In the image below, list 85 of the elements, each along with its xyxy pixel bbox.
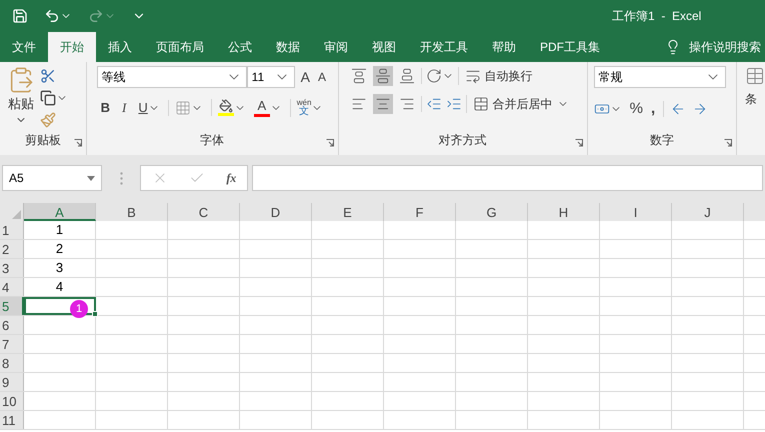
column-header[interactable]: A bbox=[24, 203, 96, 221]
dropdown-arrow-icon bbox=[87, 176, 95, 180]
group-label: 数字 bbox=[650, 132, 674, 149]
row-header[interactable]: 8 bbox=[0, 354, 24, 372]
increase-indent-icon[interactable] bbox=[446, 96, 462, 112]
phonetic-guide-button[interactable]: wén 文 bbox=[296, 98, 312, 117]
copy-icon[interactable] bbox=[40, 90, 56, 106]
dialog-launcher-icon[interactable] bbox=[574, 139, 583, 147]
column-header[interactable]: J bbox=[672, 203, 744, 221]
name-box[interactable]: A5 bbox=[2, 165, 102, 191]
row-header[interactable]: 2 bbox=[0, 240, 24, 258]
middle-align-icon[interactable] bbox=[372, 66, 393, 86]
orientation-icon[interactable] bbox=[426, 68, 442, 84]
ribbon-tab[interactable]: 帮助 bbox=[480, 32, 528, 62]
dialog-launcher-icon[interactable] bbox=[724, 139, 732, 147]
table-cell[interactable]: 3 bbox=[24, 259, 96, 277]
window-title: 工作簿1 - Excel bbox=[612, 8, 702, 25]
row-header[interactable]: 5 bbox=[0, 297, 24, 315]
step-badge: 1 bbox=[70, 300, 88, 318]
merge-center-button[interactable]: 合并后居中 bbox=[492, 95, 553, 113]
insert-function-button[interactable]: fx bbox=[226, 169, 236, 187]
column-header[interactable]: B bbox=[96, 203, 168, 221]
decrease-font-size-button[interactable]: A bbox=[316, 68, 328, 86]
increase-font-size-button[interactable]: A bbox=[298, 66, 312, 88]
column-header[interactable]: C bbox=[168, 203, 240, 221]
wrap-text-icon[interactable] bbox=[464, 68, 481, 84]
fill-color-icon[interactable] bbox=[218, 99, 234, 116]
merge-icon[interactable] bbox=[472, 96, 489, 112]
table-cell[interactable]: 1 bbox=[24, 221, 96, 239]
ribbon-tab[interactable]: 插入 bbox=[96, 32, 144, 62]
paste-button[interactable]: 粘贴 bbox=[6, 66, 36, 128]
group-label: 字体 bbox=[200, 132, 224, 149]
active-cell[interactable]: 1 bbox=[24, 297, 96, 315]
ribbon-tab[interactable]: 公式 bbox=[216, 32, 264, 62]
decrease-indent-icon[interactable] bbox=[426, 96, 442, 112]
dialog-launcher-icon[interactable] bbox=[326, 139, 334, 147]
group-label: 对齐方式 bbox=[438, 132, 487, 149]
save-icon[interactable] bbox=[12, 8, 28, 24]
dialog-launcher-icon[interactable] bbox=[74, 139, 82, 147]
ribbon-tab[interactable]: PDF工具集 bbox=[528, 32, 612, 62]
wrap-text-button[interactable]: 自动换行 bbox=[484, 67, 533, 85]
number-format-dropdown[interactable]: 常规 bbox=[594, 66, 726, 88]
italic-button[interactable]: I bbox=[118, 98, 130, 118]
ribbon-tab[interactable]: 视图 bbox=[360, 32, 408, 62]
row-header[interactable]: 4 bbox=[0, 278, 24, 296]
group-label: 剪贴板 bbox=[24, 132, 61, 149]
redo-icon[interactable] bbox=[88, 8, 104, 24]
percent-button[interactable]: % bbox=[630, 98, 643, 120]
underline-button[interactable]: U bbox=[138, 98, 148, 118]
font-name-dropdown[interactable]: 等线 bbox=[96, 66, 247, 88]
ribbon-tab[interactable]: 文件 bbox=[0, 32, 48, 62]
formula-input[interactable] bbox=[252, 165, 763, 191]
column-header[interactable]: G bbox=[456, 203, 528, 221]
font-size-dropdown[interactable]: 11 bbox=[246, 66, 295, 88]
ribbon-tab[interactable]: 数据 bbox=[264, 32, 312, 62]
table-cell[interactable]: 2 bbox=[24, 240, 96, 258]
row-header[interactable]: 7 bbox=[0, 335, 24, 353]
column-header[interactable]: F bbox=[384, 203, 456, 221]
tell-me-search[interactable]: 操作说明搜索 bbox=[689, 38, 761, 56]
borders-icon[interactable] bbox=[174, 100, 191, 116]
bold-button[interactable]: B bbox=[100, 98, 110, 118]
grip-icon[interactable] bbox=[120, 172, 122, 184]
undo-icon[interactable] bbox=[44, 8, 60, 24]
column-header[interactable]: D bbox=[240, 203, 312, 221]
cut-icon[interactable] bbox=[40, 68, 56, 84]
comma-button[interactable]: , bbox=[650, 98, 656, 120]
column-header[interactable]: H bbox=[528, 203, 600, 221]
row-header[interactable]: 10 bbox=[0, 392, 24, 410]
font-color-button[interactable]: A bbox=[254, 98, 270, 117]
column-header[interactable]: E bbox=[312, 203, 384, 221]
column-header[interactable]: I bbox=[600, 203, 672, 221]
conditional-format-label[interactable]: 条 bbox=[745, 90, 765, 108]
ribbon-tab[interactable]: 开发工具 bbox=[408, 32, 480, 62]
row-header[interactable]: 9 bbox=[0, 373, 24, 391]
row-header[interactable]: 6 bbox=[0, 316, 24, 334]
ribbon-tab[interactable]: 审阅 bbox=[312, 32, 360, 62]
row-header[interactable]: 3 bbox=[0, 259, 24, 277]
table-icon[interactable] bbox=[745, 66, 765, 86]
table-cell[interactable]: 4 bbox=[24, 278, 96, 296]
ribbon-tab[interactable]: 开始 bbox=[48, 32, 96, 62]
fill-handle[interactable] bbox=[92, 311, 98, 317]
ribbon-tab[interactable]: 页面布局 bbox=[144, 32, 216, 62]
row-header[interactable]: 1 bbox=[0, 221, 24, 239]
row-header[interactable]: 11 bbox=[0, 411, 24, 429]
align-center-icon[interactable] bbox=[372, 94, 393, 114]
